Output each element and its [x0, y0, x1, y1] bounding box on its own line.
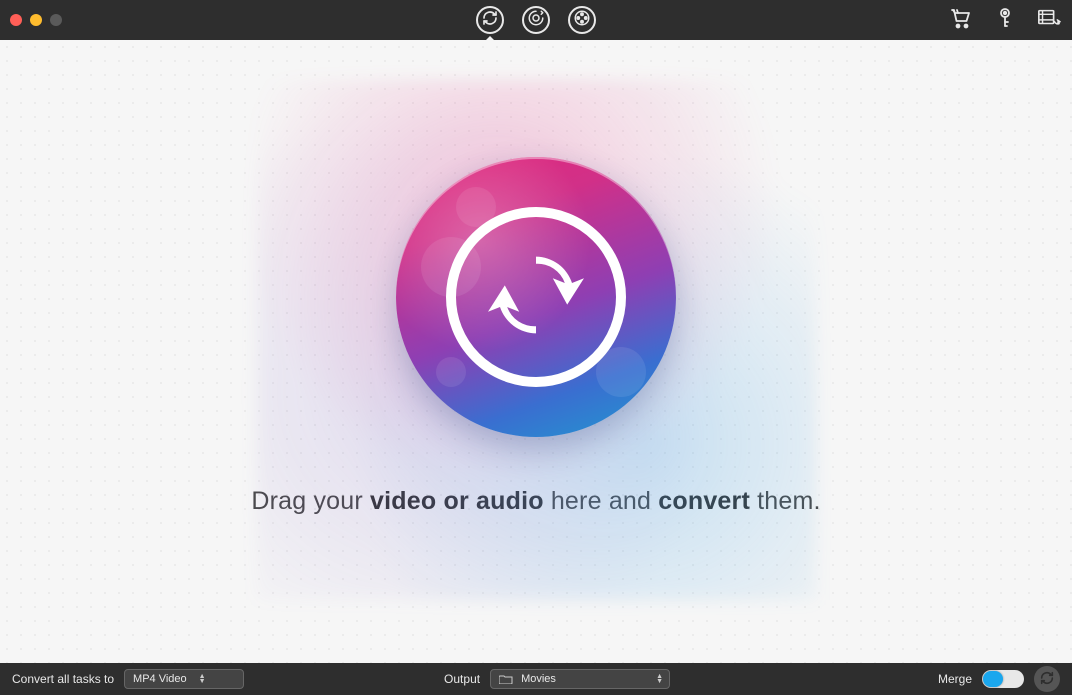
output-folder-label: Output	[444, 672, 480, 686]
toggle-knob	[983, 671, 1003, 687]
hero-badge	[396, 157, 676, 437]
convert-all-label: Convert all tasks to	[12, 672, 114, 686]
start-convert-button[interactable]	[1034, 666, 1060, 692]
bottom-toolbar: Convert all tasks to MP4 Video ▲▼ Output…	[0, 663, 1072, 695]
film-reel-icon	[573, 9, 591, 32]
output-folder-value: Movies	[521, 673, 556, 685]
disc-download-icon	[527, 9, 545, 32]
folder-icon	[499, 674, 513, 684]
output-folder-select[interactable]: Movies ▲▼	[490, 669, 670, 689]
drop-zone[interactable]: Drag your video or audio here and conver…	[0, 40, 1072, 663]
hero-ring	[446, 207, 626, 387]
drop-instruction: Drag your video or audio here and conver…	[251, 487, 820, 516]
output-format-select[interactable]: MP4 Video ▲▼	[124, 669, 244, 689]
output-format-value: MP4 Video	[133, 673, 187, 685]
titlebar	[0, 0, 1072, 40]
instruction-text-3: them.	[750, 487, 821, 515]
merge-toggle[interactable]	[982, 670, 1024, 688]
stepper-icon: ▲▼	[656, 674, 663, 684]
convert-arrows-icon	[476, 235, 596, 360]
media-library-button[interactable]	[1036, 7, 1062, 33]
key-icon	[993, 6, 1017, 35]
toolbar-right	[948, 7, 1062, 33]
instruction-text: Drag your	[251, 487, 370, 515]
stepper-icon: ▲▼	[199, 674, 206, 684]
store-button[interactable]	[948, 7, 974, 33]
merge-label: Merge	[938, 672, 972, 686]
mode-convert-tab[interactable]	[476, 6, 504, 34]
refresh-cycle-icon	[481, 9, 499, 32]
media-clip-icon	[1037, 6, 1061, 35]
close-window-button[interactable]	[10, 14, 22, 26]
register-button[interactable]	[992, 7, 1018, 33]
maximize-window-button[interactable]	[50, 14, 62, 26]
convert-icon	[1039, 670, 1055, 689]
cart-icon	[949, 6, 973, 35]
mode-burn-tab[interactable]	[568, 6, 596, 34]
window-controls	[10, 14, 62, 26]
instruction-text-2: here and	[544, 487, 659, 515]
mode-download-tab[interactable]	[522, 6, 550, 34]
instruction-bold-1: video or audio	[370, 487, 544, 515]
minimize-window-button[interactable]	[30, 14, 42, 26]
instruction-bold-2: convert	[658, 487, 750, 515]
mode-switcher	[476, 0, 596, 40]
